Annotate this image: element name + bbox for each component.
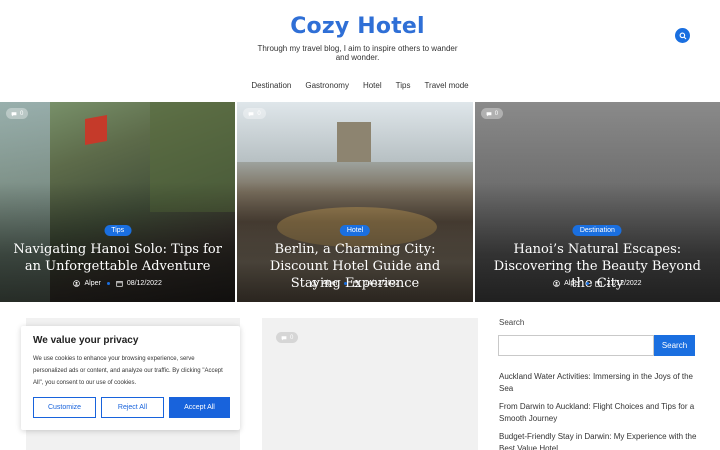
post-meta: Alper 21/12/2022 bbox=[475, 280, 720, 287]
post-title[interactable]: Navigating Hanoi Solo: Tips for an Unfor… bbox=[8, 241, 227, 275]
recent-post-link[interactable]: Auckland Water Activities: Immersing in … bbox=[499, 371, 699, 395]
category-pill[interactable]: Destination bbox=[572, 225, 622, 236]
reject-all-button[interactable]: Reject All bbox=[101, 397, 164, 418]
post-date: 21/12/2022 bbox=[606, 280, 642, 287]
meta-separator bbox=[344, 282, 348, 285]
featured-card[interactable]: 0 Destination Hanoi’s Natural Escapes: D… bbox=[474, 102, 720, 302]
post-author[interactable]: Alper bbox=[564, 280, 580, 287]
post-date: 08/12/2022 bbox=[126, 280, 162, 287]
featured-posts: 0 Tips Navigating Hanoi Solo: Tips for a… bbox=[0, 102, 720, 302]
cookie-buttons: Customize Reject All Accept All bbox=[33, 397, 230, 418]
header-search-button[interactable] bbox=[675, 28, 690, 43]
recent-posts-list: Auckland Water Activities: Immersing in … bbox=[499, 371, 699, 450]
post-author[interactable]: Alper bbox=[84, 280, 100, 287]
post-card-placeholder[interactable]: 0 bbox=[262, 318, 478, 450]
meta-separator bbox=[106, 282, 110, 285]
customize-button[interactable]: Customize bbox=[33, 397, 96, 418]
search-input[interactable] bbox=[498, 335, 654, 356]
gate-decoration bbox=[337, 122, 372, 162]
search-button[interactable]: Search bbox=[654, 335, 695, 356]
comment-count: 0 bbox=[290, 334, 294, 341]
calendar-icon bbox=[595, 281, 603, 287]
calendar-icon bbox=[353, 281, 360, 287]
cookie-consent-banner: We value your privacy We use cookies to … bbox=[21, 326, 240, 430]
comment-count: 0 bbox=[257, 110, 261, 117]
meta-separator bbox=[586, 282, 590, 285]
nav-item-tips[interactable]: Tips bbox=[389, 81, 418, 90]
comment-count: 0 bbox=[20, 110, 24, 117]
post-date: 14/12/2022 bbox=[364, 280, 400, 287]
comment-count-badge: 0 bbox=[480, 108, 504, 119]
category-pill[interactable]: Tips bbox=[104, 225, 132, 236]
site-tagline: Through my travel blog, I aim to inspire… bbox=[257, 44, 458, 62]
comment-count-badge: 0 bbox=[6, 108, 29, 119]
flag-decoration bbox=[85, 115, 107, 145]
nav-item-travel-mode[interactable]: Travel mode bbox=[417, 81, 475, 90]
user-icon bbox=[73, 280, 81, 287]
site-title[interactable]: Cozy Hotel bbox=[0, 14, 715, 39]
calendar-icon bbox=[116, 281, 123, 287]
post-author[interactable]: Alper bbox=[322, 280, 338, 287]
comment-count-badge: 0 bbox=[243, 108, 266, 119]
recent-post-link[interactable]: From Darwin to Auckland: Flight Choices … bbox=[499, 401, 699, 425]
featured-card[interactable]: 0 Hotel Berlin, a Charming City: Discoun… bbox=[237, 102, 473, 302]
comment-count-badge: 0 bbox=[276, 332, 299, 343]
post-meta: Alper 08/12/2022 bbox=[0, 280, 235, 287]
page: Cozy Hotel Through my travel blog, I aim… bbox=[0, 0, 720, 450]
accept-all-button[interactable]: Accept All bbox=[169, 397, 230, 418]
user-icon bbox=[311, 280, 318, 287]
nav-item-gastronomy[interactable]: Gastronomy bbox=[298, 81, 356, 90]
featured-card[interactable]: 0 Tips Navigating Hanoi Solo: Tips for a… bbox=[0, 102, 236, 302]
nav-item-hotel[interactable]: Hotel bbox=[356, 81, 389, 90]
recent-post-link[interactable]: Budget-Friendly Stay in Darwin: My Exper… bbox=[499, 431, 699, 450]
comment-count: 0 bbox=[494, 110, 499, 117]
comment-icon bbox=[486, 111, 492, 116]
cookie-text: We use cookies to enhance your browsing … bbox=[33, 356, 223, 386]
comment-icon bbox=[281, 335, 287, 340]
category-pill[interactable]: Hotel bbox=[339, 225, 371, 236]
search-widget-label: Search bbox=[499, 318, 525, 327]
cookie-title: We value your privacy bbox=[33, 335, 139, 346]
comment-icon bbox=[248, 111, 254, 116]
nav-item-destination[interactable]: Destination bbox=[244, 81, 298, 90]
user-icon bbox=[553, 280, 560, 287]
main-nav: Destination Gastronomy Hotel Tips Travel… bbox=[0, 81, 720, 90]
post-meta: Alper 14/12/2022 bbox=[237, 280, 472, 287]
search-icon bbox=[679, 32, 686, 39]
comment-icon bbox=[11, 111, 17, 116]
